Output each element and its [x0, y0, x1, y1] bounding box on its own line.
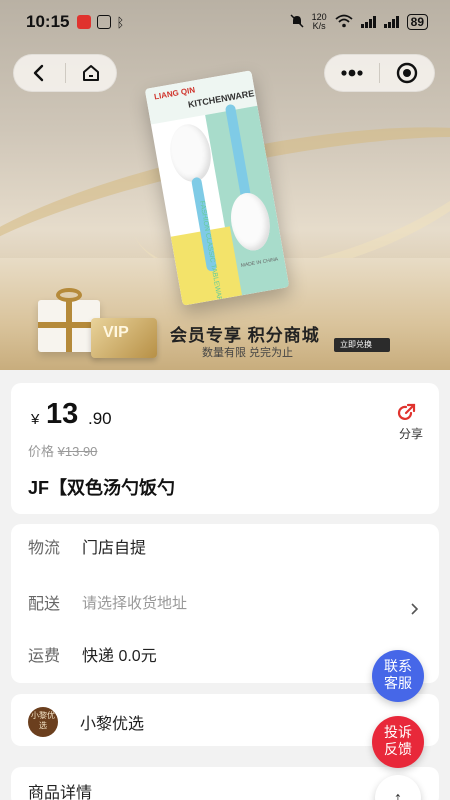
price-decimal: .90	[88, 409, 112, 428]
nav-capsule-right	[324, 54, 435, 92]
promo-subtitle: 数量有限 兑完为止	[202, 347, 294, 359]
vip-card: VIP	[91, 318, 157, 358]
store-logo: 小黎优选	[28, 707, 58, 737]
chevron-right-icon	[410, 602, 419, 621]
signal-icon	[383, 16, 399, 28]
home-button[interactable]	[66, 55, 117, 91]
delivery-address-placeholder: 请选择收货地址	[82, 594, 188, 612]
shipping-fee-value: 快递 0.0元	[82, 648, 157, 665]
app-notification-icon	[77, 15, 92, 29]
promo-title: 会员专享 积分商城	[170, 326, 320, 345]
nav-capsule-left	[13, 54, 117, 92]
share-icon	[397, 403, 416, 420]
mute-icon	[290, 13, 304, 31]
target-close-icon	[396, 62, 418, 84]
price-card: ¥ 13 .90 价格 ¥13.90 分享 JF【双色汤勺饭勺	[11, 383, 439, 514]
home-icon	[82, 65, 99, 81]
currency-symbol: ¥	[31, 411, 40, 428]
shipping-fee-label: 运费	[28, 648, 61, 665]
original-price: ¥13.90	[57, 444, 98, 459]
contact-service-button[interactable]: 联系 客服	[372, 650, 424, 702]
logistics-value: 门店自提	[82, 540, 147, 557]
more-dots-icon	[341, 69, 363, 77]
wifi-icon	[335, 14, 353, 31]
share-label[interactable]: 分享	[399, 425, 423, 442]
delivery-label: 配送	[28, 596, 61, 613]
shipping-fee-row: 运费 快递 0.0元	[28, 642, 419, 666]
battery-indicator: 89	[406, 14, 428, 30]
nfc-icon	[97, 15, 112, 29]
status-bar: 10:15 ᛒ 120 K/s 89	[0, 0, 450, 44]
network-speed: 120 K/s	[311, 12, 327, 31]
close-miniprogram-button[interactable]	[380, 55, 434, 91]
product-details-title: 商品详情	[28, 785, 93, 800]
redeem-button[interactable]: 立即兑换	[334, 338, 390, 352]
back-arrow-icon	[34, 64, 44, 82]
signal-icon	[360, 16, 376, 28]
store-name[interactable]: 小黎优选	[80, 710, 144, 734]
logistics-row: 物流 门店自提	[28, 534, 419, 558]
arrow-up-icon: ↑	[393, 788, 403, 800]
status-time: 10:15	[26, 12, 70, 31]
more-button[interactable]	[325, 55, 379, 91]
logistics-label: 物流	[28, 540, 61, 557]
original-price-row: 价格 ¥13.90	[28, 441, 97, 460]
back-button[interactable]	[14, 55, 65, 91]
price-integer: 13	[46, 398, 79, 430]
shipping-card: 物流 门店自提 配送 请选择收货地址 运费 快递 0.0元	[11, 524, 439, 683]
complaint-feedback-button[interactable]: 投诉 反馈	[372, 716, 424, 768]
product-title: JF【双色汤勺饭勺	[28, 478, 176, 498]
delivery-address-row[interactable]: 配送 请选择收货地址	[28, 587, 419, 617]
bluetooth-icon: ᛒ	[116, 14, 125, 30]
original-price-label: 价格	[28, 444, 55, 459]
